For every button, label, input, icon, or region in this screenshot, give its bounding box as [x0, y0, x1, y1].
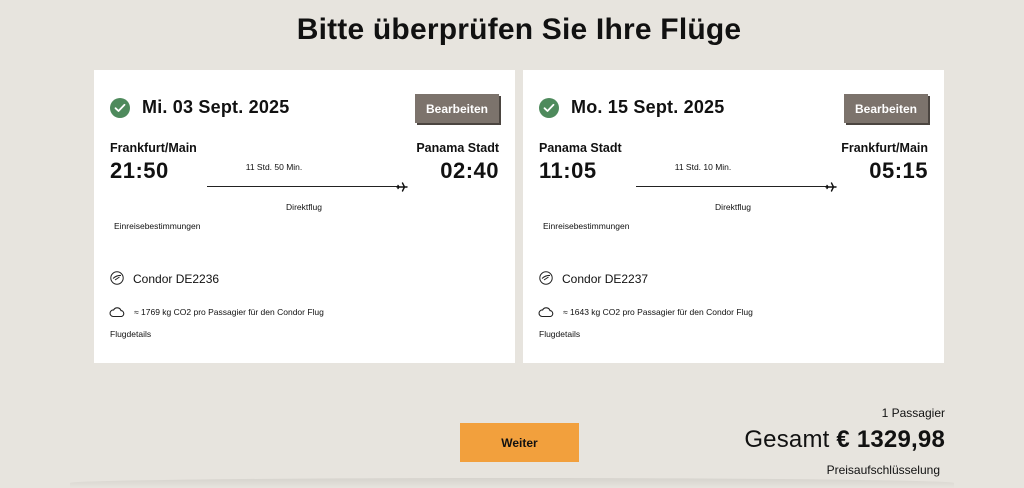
- edit-flight-button[interactable]: Bearbeiten: [844, 94, 928, 123]
- plane-icon: [396, 182, 408, 192]
- co2-emission-info: ≈ 1643 kg CO2 pro Passagier für den Cond…: [563, 307, 753, 317]
- arrival-city: Panama Stadt: [416, 141, 499, 155]
- airline-logo-icon: [110, 271, 124, 285]
- check-icon: [539, 98, 559, 118]
- airline-flight-number: Condor DE2237: [562, 272, 649, 286]
- flight-date: Mo. 15 Sept. 2025: [571, 97, 725, 117]
- route-line: [207, 186, 399, 187]
- cloud-icon: [538, 307, 554, 318]
- airline-flight-number: Condor DE2236: [133, 272, 220, 286]
- entry-requirements-link[interactable]: Einreisebestimmungen: [114, 221, 200, 231]
- route-line: [636, 186, 828, 187]
- departure-time: 11:05: [539, 158, 597, 183]
- total-label: Gesamt: [744, 426, 830, 453]
- flight-card-outbound: Mi. 03 Sept. 2025 Bearbeiten Frankfurt/M…: [94, 70, 515, 363]
- flight-details-link[interactable]: Flugdetails: [110, 329, 151, 339]
- bottom-panel-edge: [70, 478, 954, 488]
- arrival-time: 05:15: [869, 158, 928, 183]
- passenger-count: 1 Passagier: [881, 406, 945, 420]
- check-icon: [110, 98, 130, 118]
- flight-date: Mi. 03 Sept. 2025: [142, 97, 290, 117]
- total-price: Gesamt € 1329,98: [744, 426, 945, 454]
- departure-time: 21:50: [110, 158, 169, 183]
- price-breakdown-link[interactable]: Preisaufschlüsselung: [827, 463, 940, 477]
- plane-icon: [825, 182, 837, 192]
- flight-details-link[interactable]: Flugdetails: [539, 329, 580, 339]
- airline-logo-icon: [539, 271, 553, 285]
- cloud-icon: [109, 307, 125, 318]
- departure-city: Panama Stadt: [539, 141, 622, 155]
- total-amount: € 1329,98: [836, 426, 945, 453]
- arrival-city: Frankfurt/Main: [841, 141, 928, 155]
- continue-button[interactable]: Weiter: [460, 423, 579, 462]
- co2-emission-info: ≈ 1769 kg CO2 pro Passagier für den Cond…: [134, 307, 324, 317]
- arrival-time: 02:40: [440, 158, 499, 183]
- page-title: Bitte überprüfen Sie Ihre Flüge: [296, 13, 742, 46]
- flight-card-return: Mo. 15 Sept. 2025 Bearbeiten Panama Stad…: [523, 70, 944, 363]
- departure-city: Frankfurt/Main: [110, 141, 197, 155]
- edit-flight-button[interactable]: Bearbeiten: [415, 94, 499, 123]
- entry-requirements-link[interactable]: Einreisebestimmungen: [543, 221, 629, 231]
